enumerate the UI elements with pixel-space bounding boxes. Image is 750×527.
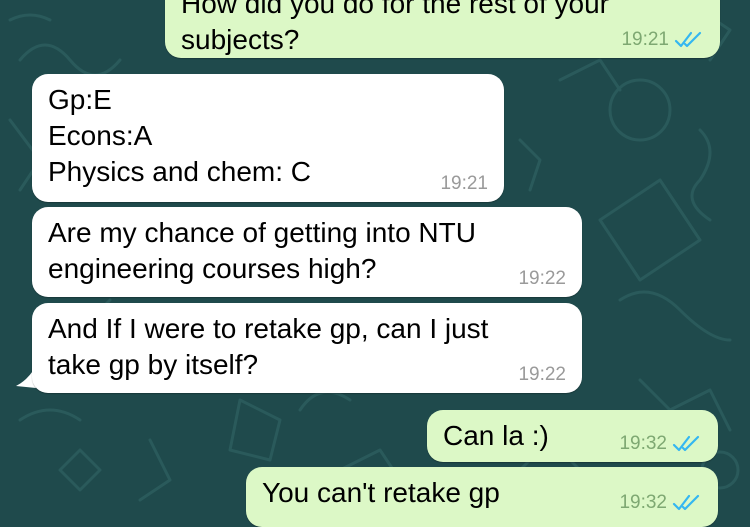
message-meta: 19:22 xyxy=(518,365,566,385)
outgoing-message-bubble[interactable]: How did you do for the rest of your subj… xyxy=(165,0,720,58)
message-text: Gp:E Econs:A Physics and chem: C xyxy=(48,84,311,187)
message-meta: 19:21 xyxy=(440,174,488,194)
message-time: 19:32 xyxy=(619,433,667,454)
message-text: You can't retake gp xyxy=(262,477,500,508)
message-meta: 19:22 xyxy=(518,269,566,289)
message-time: 19:21 xyxy=(621,29,669,50)
incoming-message-bubble[interactable]: Are my chance of getting into NTU engine… xyxy=(32,207,582,297)
message-meta: 19:21 xyxy=(621,30,704,50)
outgoing-message-bubble[interactable]: You can't retake gp 19:32 xyxy=(246,467,718,527)
message-text: Are my chance of getting into NTU engine… xyxy=(48,217,476,284)
message-text: And If I were to retake gp, can I just t… xyxy=(48,313,489,380)
message-time: 19:32 xyxy=(619,492,667,513)
incoming-message-bubble[interactable]: And If I were to retake gp, can I just t… xyxy=(32,303,582,393)
double-check-read-icon xyxy=(672,494,700,511)
double-check-read-icon xyxy=(674,31,702,48)
incoming-message-bubble[interactable]: Gp:E Econs:A Physics and chem: C 19:21 xyxy=(32,74,504,202)
message-text: Can la :) xyxy=(443,420,549,451)
message-time: 19:21 xyxy=(440,173,488,194)
message-text: How did you do for the rest of your subj… xyxy=(181,0,609,55)
double-check-read-icon xyxy=(672,435,700,452)
message-meta: 19:32 xyxy=(619,493,702,513)
message-meta: 19:32 xyxy=(619,434,702,454)
message-time: 19:22 xyxy=(518,364,566,385)
outgoing-message-bubble[interactable]: Can la :) 19:32 xyxy=(427,410,718,462)
message-time: 19:22 xyxy=(518,268,566,289)
